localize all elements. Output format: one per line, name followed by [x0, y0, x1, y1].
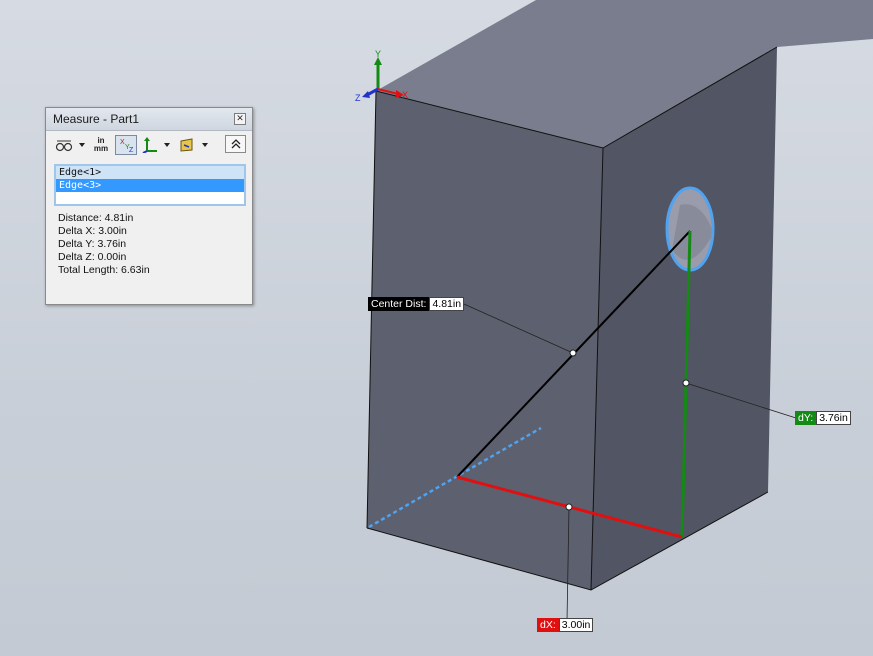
projection-dropdown-icon[interactable]	[202, 143, 208, 147]
dx-callout[interactable]: dX: 3.00in	[537, 618, 594, 632]
arc-options-dropdown-icon[interactable]	[79, 143, 85, 147]
result-distance: Distance: 4.81in	[58, 212, 134, 224]
panel-title: Measure - Part1	[53, 112, 140, 126]
triad-y-label: Y	[375, 49, 381, 59]
dx-label: dX:	[537, 618, 559, 632]
units-precision-button[interactable]: in mm	[91, 135, 111, 155]
measure-results: Distance: 4.81in Delta X: 3.00in Delta Y…	[58, 212, 150, 277]
dy-callout[interactable]: dY: 3.76in	[795, 411, 851, 425]
model-scene[interactable]: Y X Z	[0, 0, 873, 656]
triad-z-label: Z	[355, 93, 361, 103]
triad-x-label: X	[402, 90, 408, 100]
selection-item-edge1[interactable]: Edge<1>	[56, 166, 244, 179]
center-dist-label: Center Dist:	[368, 297, 430, 311]
dy-handle[interactable]	[682, 379, 690, 387]
selection-item-edge3[interactable]: Edge<3>	[56, 179, 244, 192]
dy-value: 3.76in	[816, 411, 851, 425]
projection-icon[interactable]	[177, 135, 197, 155]
dx-handle[interactable]	[565, 503, 573, 511]
units-line2: mm	[93, 144, 109, 153]
graphics-viewport[interactable]: Y X Z Center Dist: 4.81in dY: 3.76in dX:…	[0, 0, 873, 656]
panel-titlebar[interactable]: Measure - Part1 ✕	[46, 108, 252, 131]
result-total-length: Total Length: 6.63in	[58, 264, 150, 276]
arc-circle-measure-icon[interactable]	[53, 135, 75, 155]
center-dist-handle[interactable]	[569, 349, 577, 357]
box-front-face[interactable]	[367, 91, 603, 590]
selection-list[interactable]: Edge<1> Edge<3>	[54, 164, 246, 206]
result-delta-z: Delta Z: 0.00in	[58, 251, 127, 263]
point-options-dropdown-icon[interactable]	[164, 143, 170, 147]
close-icon[interactable]: ✕	[234, 113, 246, 125]
collapse-up-icon[interactable]	[225, 135, 246, 153]
point-to-point-icon[interactable]	[141, 135, 161, 155]
measure-panel[interactable]: Measure - Part1 ✕ in mm X Y Z Edge<1> Ed…	[45, 107, 253, 305]
svg-text:Z: Z	[129, 147, 134, 153]
measure-toolbar: in mm X Y Z	[53, 135, 247, 157]
center-dist-value: 4.81in	[429, 297, 465, 311]
dx-value: 3.00in	[558, 618, 594, 632]
center-dist-callout[interactable]: Center Dist: 4.81in	[368, 297, 465, 311]
result-delta-y: Delta Y: 3.76in	[58, 238, 127, 250]
dy-label: dY:	[795, 411, 817, 425]
xyz-measure-icon[interactable]: X Y Z	[115, 135, 137, 155]
result-delta-x: Delta X: 3.00in	[58, 225, 127, 237]
